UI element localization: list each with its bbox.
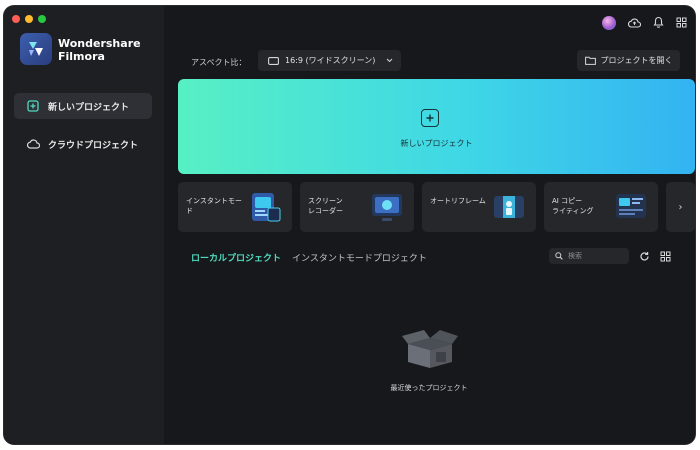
mode-card-label: オートリフレーム bbox=[430, 197, 486, 205]
folder-icon bbox=[584, 56, 596, 65]
notification-bell-icon[interactable] bbox=[653, 13, 664, 32]
new-project-hero-label: 新しいプロジェクト bbox=[400, 139, 473, 148]
filmora-logo-icon bbox=[20, 33, 52, 65]
brand-line-1: Wondershare bbox=[58, 37, 141, 50]
cloud-upload-icon[interactable] bbox=[628, 13, 642, 32]
mode-card-label: AI コピー ライティング bbox=[552, 197, 594, 215]
aspect-ratio-label: アスペクト比： bbox=[191, 58, 247, 67]
grid-view-icon[interactable] bbox=[658, 249, 672, 263]
cloud-icon bbox=[26, 137, 40, 151]
chevron-right-icon: › bbox=[678, 201, 683, 213]
instant-mode-thumbnail-icon bbox=[252, 193, 281, 222]
window-controls bbox=[12, 15, 46, 23]
search-box[interactable]: 検索 bbox=[549, 248, 629, 264]
refresh-icon[interactable] bbox=[637, 249, 651, 263]
recent-projects-empty-label: 最近使ったプロジェクト bbox=[390, 384, 468, 392]
more-modes-button[interactable]: › bbox=[666, 182, 695, 232]
mode-card-screen-recorder[interactable]: スクリーン レコーダー bbox=[300, 182, 414, 232]
new-project-icon bbox=[26, 99, 40, 113]
chevron-down-icon bbox=[386, 58, 393, 63]
search-icon bbox=[555, 252, 563, 260]
close-window-button[interactable] bbox=[12, 15, 20, 23]
tab-local-projects[interactable]: ローカルプロジェクト bbox=[191, 251, 281, 264]
plus-icon bbox=[421, 109, 439, 127]
brand-line-2: Filmora bbox=[58, 50, 105, 63]
sidebar: Wondershare Filmora 新しいプロジェクト クラウドプロジェクト bbox=[4, 6, 164, 444]
top-right-toolbar bbox=[602, 13, 687, 32]
avatar[interactable] bbox=[602, 15, 616, 30]
brand-name: Wondershare Filmora bbox=[58, 37, 141, 63]
aspect-ratio-select[interactable]: 16:9 (ワイドスクリーン) bbox=[258, 50, 401, 71]
tab-instant-mode-projects[interactable]: インスタントモードプロジェクト bbox=[292, 251, 427, 264]
sidebar-item-new-project[interactable]: 新しいプロジェクト bbox=[14, 93, 152, 119]
empty-box-icon bbox=[402, 330, 458, 368]
mode-card-label: インスタントモード bbox=[186, 197, 242, 215]
app-window: Wondershare Filmora 新しいプロジェクト クラウドプロジェクト bbox=[4, 6, 695, 444]
mode-card-auto-reframe[interactable]: オートリフレーム bbox=[422, 182, 536, 232]
search-placeholder: 検索 bbox=[568, 252, 582, 260]
new-project-hero-button[interactable]: 新しいプロジェクト bbox=[178, 79, 695, 174]
screen-ratio-icon bbox=[268, 56, 279, 65]
auto-reframe-thumbnail-icon bbox=[494, 196, 524, 218]
sidebar-item-cloud-project[interactable]: クラウドプロジェクト bbox=[14, 131, 152, 157]
sidebar-item-label: クラウドプロジェクト bbox=[48, 140, 139, 151]
apps-grid-icon[interactable] bbox=[676, 13, 687, 32]
main-panel: アスペクト比： 16:9 (ワイドスクリーン) プロジェクトを開く 新しいプロジ… bbox=[164, 6, 695, 444]
screen-recorder-thumbnail-icon bbox=[372, 194, 402, 221]
open-project-label: プロジェクトを開く bbox=[600, 56, 673, 65]
zoom-window-button[interactable] bbox=[38, 15, 46, 23]
minimize-window-button[interactable] bbox=[25, 15, 33, 23]
mode-card-label: スクリーン レコーダー bbox=[308, 197, 343, 215]
mode-card-ai-copywriting[interactable]: AI コピー ライティング bbox=[544, 182, 658, 232]
ai-copywriting-thumbnail-icon bbox=[616, 194, 646, 218]
mode-card-instant[interactable]: インスタントモード bbox=[178, 182, 292, 232]
aspect-ratio-value: 16:9 (ワイドスクリーン) bbox=[285, 56, 376, 65]
open-project-button[interactable]: プロジェクトを開く bbox=[577, 50, 680, 71]
sidebar-item-label: 新しいプロジェクト bbox=[48, 102, 130, 113]
